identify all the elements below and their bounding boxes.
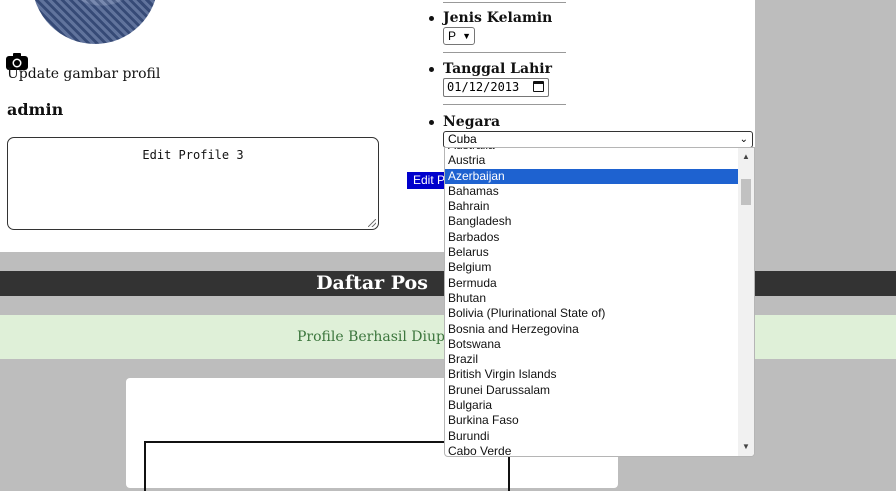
country-option[interactable]: Burkina Faso (445, 413, 738, 428)
country-option[interactable]: Bulgaria (445, 398, 738, 413)
birthdate-value: 01/12/2013 (447, 80, 520, 94)
country-option[interactable]: Austria (445, 153, 738, 168)
country-option[interactable]: Barbados (445, 230, 738, 245)
country-options: AustraliaAustriaAzerbaijanBahamasBahrain… (445, 148, 738, 456)
scroll-up-icon[interactable]: ▲ (738, 150, 754, 164)
divider (443, 52, 566, 53)
country-value: Cuba (448, 132, 477, 146)
country-option[interactable]: Brazil (445, 352, 738, 367)
section-title: Daftar Pos (316, 272, 428, 294)
bio-textarea[interactable]: Edit Profile 3 (7, 137, 379, 230)
chevron-down-icon: ⌄ (739, 134, 748, 145)
scrollbar-thumb[interactable] (741, 179, 751, 205)
country-option[interactable]: Bosnia and Herzegovina (445, 322, 738, 337)
birthdate-input[interactable]: 01/12/2013 (443, 78, 549, 97)
divider (443, 2, 566, 3)
country-option[interactable]: Bermuda (445, 276, 738, 291)
bio-text: Edit Profile 3 (142, 148, 244, 162)
country-option[interactable]: Bhutan (445, 291, 738, 306)
country-option[interactable]: Azerbaijan (445, 168, 738, 184)
gender-select[interactable]: P ▼ (443, 27, 475, 45)
update-picture-label: Update gambar profil (7, 66, 161, 82)
country-option[interactable]: Botswana (445, 337, 738, 352)
scroll-down-icon[interactable]: ▼ (738, 440, 754, 454)
country-option[interactable]: Bahrain (445, 199, 738, 214)
resize-handle[interactable] (368, 219, 376, 227)
country-dropdown-list[interactable]: AustraliaAustriaAzerbaijanBahamasBahrain… (444, 147, 755, 457)
birthdate-label: Tanggal Lahir (443, 61, 552, 77)
username: admin (7, 100, 64, 119)
bullet (429, 67, 434, 72)
country-option[interactable]: Bangladesh (445, 214, 738, 229)
country-option[interactable]: Burundi (445, 429, 738, 444)
country-option[interactable]: Cabo Verde (445, 444, 738, 456)
country-option[interactable]: British Virgin Islands (445, 367, 738, 382)
gender-value: P (448, 29, 457, 43)
bullet (429, 16, 434, 21)
avatar[interactable] (32, 0, 158, 44)
country-option[interactable]: Brunei Darussalam (445, 383, 738, 398)
bullet (429, 120, 434, 125)
country-option[interactable]: Belarus (445, 245, 738, 260)
country-option[interactable]: Bahamas (445, 184, 738, 199)
chevron-down-icon: ▼ (462, 31, 471, 41)
calendar-icon[interactable] (533, 81, 544, 92)
country-option[interactable]: Bolivia (Plurinational State of) (445, 306, 738, 321)
divider (443, 104, 566, 105)
gender-label: Jenis Kelamin (443, 10, 553, 26)
country-label: Negara (443, 114, 501, 130)
scrollbar[interactable]: ▲ ▼ (738, 148, 754, 456)
country-option[interactable]: Belgium (445, 260, 738, 275)
country-select[interactable]: Cuba ⌄ (443, 131, 753, 148)
